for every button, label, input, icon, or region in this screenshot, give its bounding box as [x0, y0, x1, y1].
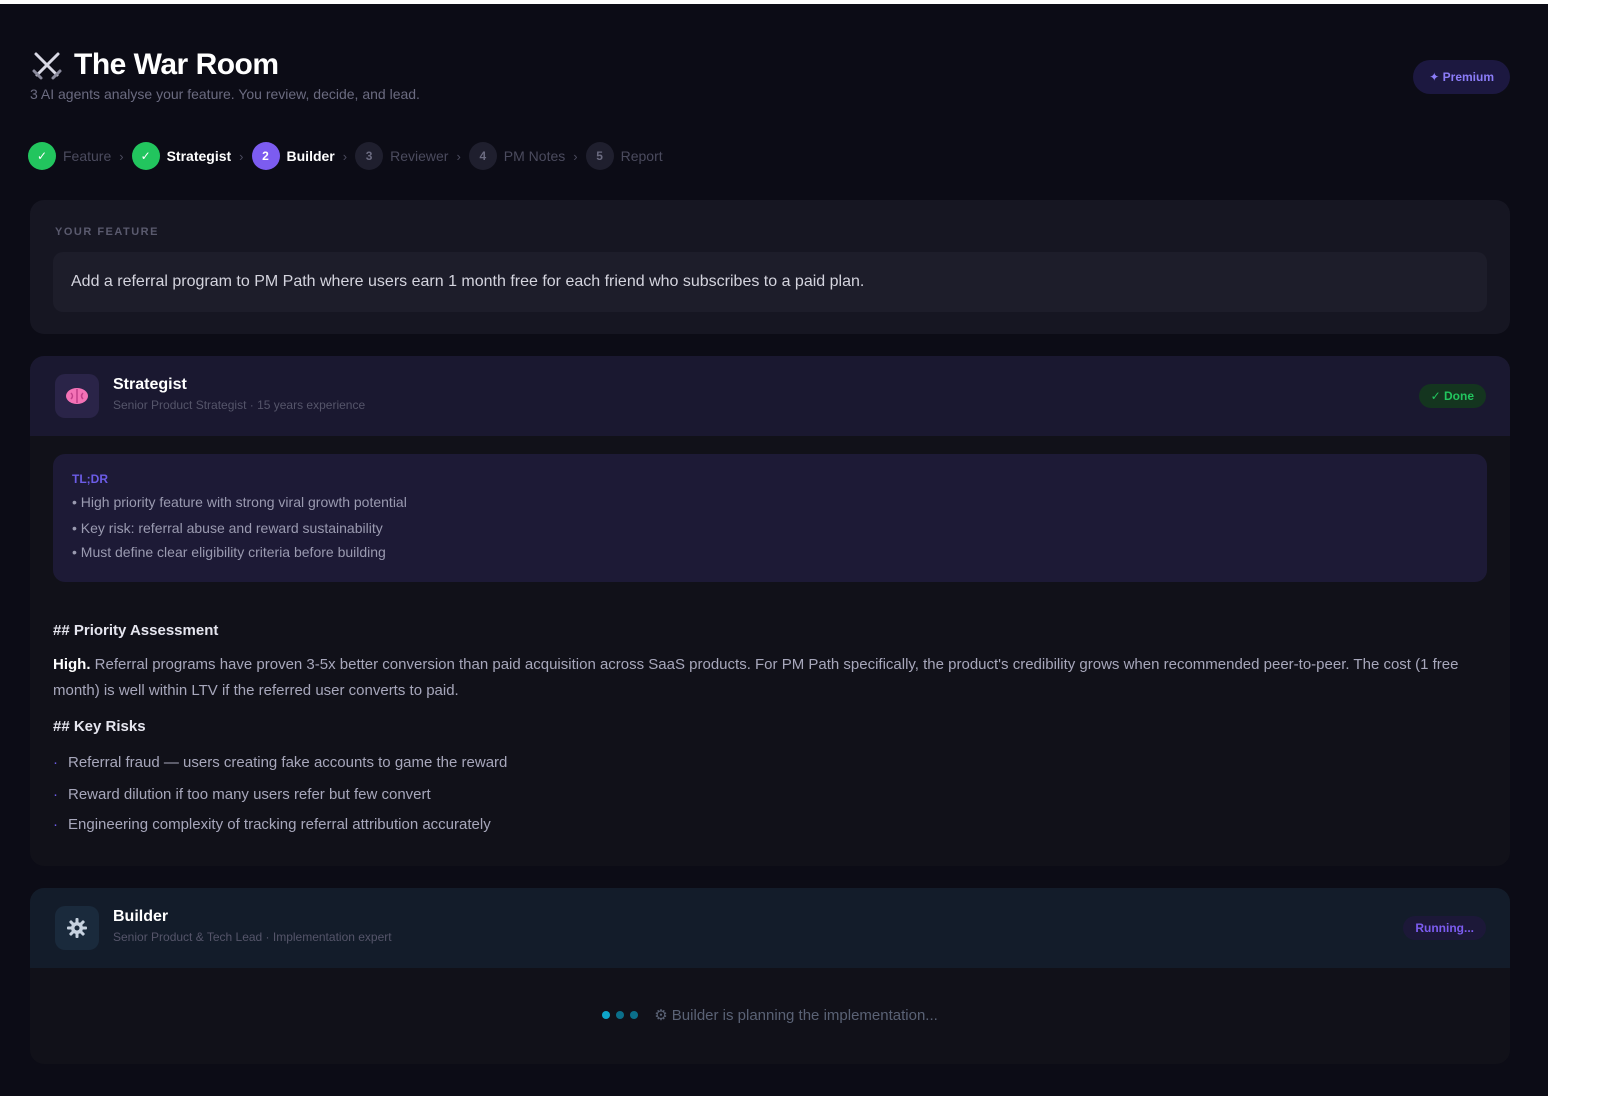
- step-label: PM Notes: [503, 148, 566, 164]
- priority-paragraph: High. Referral programs have proven 3-5x…: [53, 652, 1487, 704]
- step-builder[interactable]: 2 Builder: [251, 142, 335, 170]
- priority-heading: ## Priority Assessment: [53, 622, 219, 639]
- tldr-box: TL;DR • High priority feature with stron…: [53, 454, 1487, 582]
- page-header: The War Room 3 AI agents analyse your fe…: [30, 48, 1510, 118]
- loading-text: ⚙ Builder is planning the implementation…: [654, 1007, 938, 1024]
- step-label: Strategist: [166, 148, 232, 164]
- risk-text: Engineering complexity of tracking refer…: [68, 816, 491, 833]
- bullet-icon: ·: [53, 786, 58, 803]
- title-row: The War Room: [30, 48, 1510, 82]
- status-badge: ✓ Done: [1418, 384, 1486, 408]
- step-number: 5: [585, 142, 614, 170]
- chevron-right-icon: ›: [119, 148, 124, 164]
- list-item: · Reward dilution if too many users refer…: [53, 786, 431, 803]
- tldr-label: TL;DR: [72, 472, 108, 486]
- step-number: 2: [251, 142, 280, 170]
- builder-header[interactable]: Builder Senior Product & Tech Lead · Imp…: [30, 888, 1510, 968]
- step-feature[interactable]: ✓ Feature: [28, 142, 111, 170]
- feature-card: YOUR FEATURE Add a referral program to P…: [30, 200, 1510, 334]
- chevron-right-icon: ›: [239, 148, 244, 164]
- loading-dots-icon: [602, 1011, 639, 1019]
- premium-badge[interactable]: ✦ Premium: [1413, 60, 1510, 94]
- gear-icon: [55, 906, 99, 950]
- checkmark-icon: ✓: [28, 142, 56, 170]
- page-subtitle: 3 AI agents analyse your feature. You re…: [30, 86, 420, 102]
- risks-heading: ## Key Risks: [53, 718, 146, 735]
- agent-subtitle: Senior Product & Tech Lead · Implementat…: [113, 930, 392, 944]
- feature-text: Add a referral program to PM Path where …: [53, 252, 1487, 312]
- tldr-item: • Key risk: referral abuse and reward su…: [72, 520, 383, 536]
- chevron-right-icon: ›: [456, 148, 461, 164]
- agent-subtitle: Senior Product Strategist · 15 years exp…: [113, 398, 366, 412]
- priority-body: Referral programs have proven 3-5x bette…: [53, 656, 1459, 699]
- risk-text: Reward dilution if too many users refer …: [68, 786, 431, 803]
- step-number: 4: [468, 142, 497, 170]
- chevron-right-icon: ›: [573, 148, 578, 164]
- chevron-right-icon: ›: [342, 148, 348, 164]
- step-number: 3: [355, 142, 384, 170]
- tldr-item: • Must define clear eligibility criteria…: [72, 544, 386, 560]
- step-strategist[interactable]: ✓ Strategist: [131, 142, 232, 170]
- checkmark-icon: ✓: [131, 142, 160, 170]
- tldr-item: • High priority feature with strong vira…: [72, 494, 407, 510]
- strategist-card: Strategist Senior Product Strategist · 1…: [30, 356, 1510, 866]
- bullet-icon: ·: [53, 754, 58, 771]
- step-label: Feature: [63, 148, 112, 164]
- brain-icon: [55, 374, 99, 418]
- step-reviewer[interactable]: 3 Reviewer: [355, 142, 448, 170]
- app-window: The War Room 3 AI agents analyse your fe…: [0, 4, 1548, 1096]
- strategist-header[interactable]: Strategist Senior Product Strategist · 1…: [30, 356, 1510, 436]
- list-item: · Engineering complexity of tracking refe…: [53, 816, 491, 833]
- progress-steps: ✓ Feature › ✓ Strategist › 2 Builder › 3…: [28, 142, 663, 170]
- step-report[interactable]: 5 Report: [585, 142, 663, 170]
- step-label: Builder: [286, 148, 335, 164]
- page-title: The War Room: [74, 48, 279, 81]
- step-label: Report: [620, 148, 663, 164]
- priority-lead: High.: [53, 656, 91, 673]
- status-badge: Running...: [1403, 916, 1486, 940]
- step-pm-notes[interactable]: 4 PM Notes: [468, 142, 566, 170]
- bullet-icon: ·: [53, 816, 58, 833]
- agent-name: Builder: [113, 908, 169, 925]
- feature-section-label: YOUR FEATURE: [55, 226, 159, 238]
- risk-text: Referral fraud — users creating fake acc…: [68, 754, 508, 771]
- step-label: Reviewer: [390, 148, 449, 164]
- crossed-swords-icon: [30, 48, 64, 82]
- builder-card: Builder Senior Product & Tech Lead · Imp…: [30, 888, 1510, 1064]
- loading-indicator: ⚙ Builder is planning the implementation…: [30, 1006, 1510, 1024]
- list-item: · Referral fraud — users creating fake ac…: [53, 754, 507, 771]
- agent-name: Strategist: [113, 376, 187, 393]
